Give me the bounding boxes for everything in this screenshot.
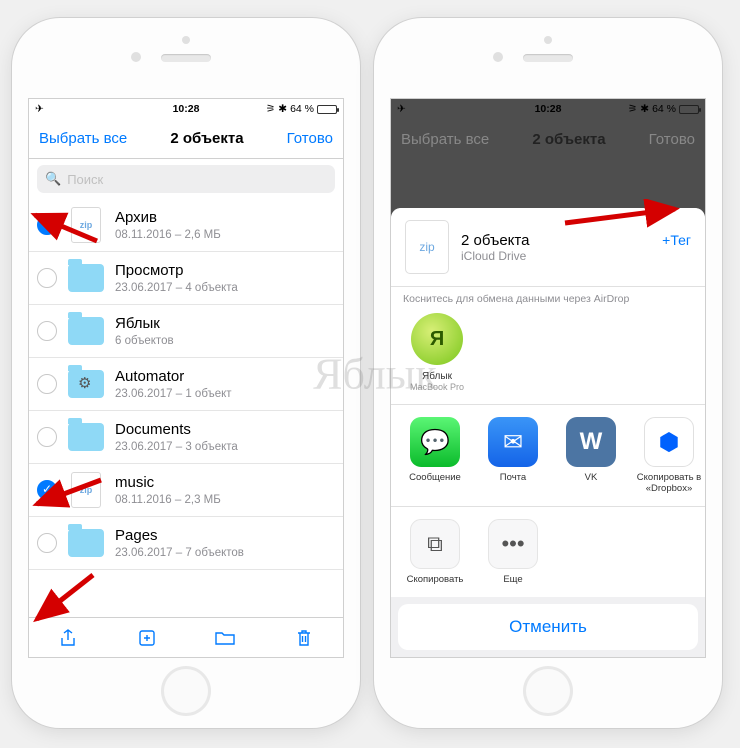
vk-icon: W [566,417,616,467]
done-button[interactable]: Готово [287,130,333,147]
status-time: 10:28 [173,103,200,115]
app-label: Скопировать в «Dropbox» [633,472,705,494]
navbar-title: 2 объекта [170,130,243,147]
checkbox[interactable] [37,321,57,341]
add-tag-button[interactable]: +Тег [662,232,691,248]
list-item[interactable]: zip Архив 08.11.2016 – 2,6 МБ [29,199,343,252]
search-input[interactable]: 🔍 Поиск [37,165,335,193]
home-button[interactable] [523,666,573,716]
select-all-button: Выбрать все [401,131,489,148]
search-icon: 🔍 [45,171,61,187]
item-title: Documents [115,421,333,439]
airplane-icon: ✈︎ [35,103,44,115]
action-label: Еще [477,574,549,585]
zip-file-icon: zip [67,471,105,509]
folder-automator-icon [67,365,105,403]
folder-icon [67,418,105,456]
list-item[interactable]: Просмотр 23.06.2017 – 4 объекта [29,252,343,305]
phone-left: ✈︎ 10:28 ⚞ ✱ 64 % Выбрать все 2 объекта … [12,18,360,728]
zip-file-icon: zip [405,220,449,274]
checkbox[interactable] [37,374,57,394]
file-list: zip Архив 08.11.2016 – 2,6 МБ Просмотр 23.06… [29,199,343,617]
move-icon[interactable] [214,627,236,649]
action-row: ⧉ Скопировать ••• Еще [391,507,705,597]
checkbox[interactable] [37,427,57,447]
item-subtitle: 23.06.2017 – 4 объекта [115,282,333,294]
share-title: 2 объекта [461,232,529,249]
done-button: Готово [649,131,695,148]
share-app-dbx[interactable]: ⬢ Скопировать в «Dropbox» [633,417,705,494]
item-subtitle: 23.06.2017 – 3 объекта [115,441,333,453]
item-subtitle: 23.06.2017 – 7 объектов [115,547,333,559]
share-sheet: zip 2 объекта iCloud Drive +Тег Коснитес… [391,208,705,657]
battery-icon [317,105,337,114]
item-title: Яблык [115,315,333,333]
battery-percent: 64 % [290,103,314,115]
app-label: VK [555,472,627,483]
msg-icon: 💬 [410,417,460,467]
navbar-title: 2 объекта [532,131,605,148]
zip-file-icon: zip [67,206,105,244]
folder-icon [67,259,105,297]
mail-icon: ✉︎ [488,417,538,467]
action-more[interactable]: ••• Еще [477,519,549,585]
item-title: music [115,474,333,492]
action-label: Скопировать [399,574,471,585]
share-app-msg[interactable]: 💬 Сообщение [399,417,471,494]
toolbar [29,617,343,657]
share-app-mail[interactable]: ✉︎ Почта [477,417,549,494]
status-bar: ✈︎ 10:28 ⚞ ✱ 64 % [29,99,343,119]
search-placeholder: Поиск [67,172,103,187]
copy-icon: ⧉ [410,519,460,569]
select-all-button[interactable]: Выбрать все [39,130,127,147]
share-header: zip 2 объекта iCloud Drive +Тег [391,208,705,287]
item-title: Pages [115,527,333,545]
folder-icon [67,312,105,350]
action-copy[interactable]: ⧉ Скопировать [399,519,471,585]
more-icon: ••• [488,519,538,569]
airdrop-section: Коснитесь для обмена данными через AirDr… [391,287,705,405]
item-title: Архив [115,209,333,227]
item-title: Automator [115,368,333,386]
home-button[interactable] [161,666,211,716]
item-subtitle: 23.06.2017 – 1 объект [115,388,333,400]
checkbox[interactable] [37,480,57,500]
bluetooth-icon: ⚞ ✱ [266,103,287,115]
item-subtitle: 08.11.2016 – 2,6 МБ [115,229,333,241]
navbar: Выбрать все 2 объекта Готово [29,119,343,159]
app-row: 💬 Сообщение ✉︎ Почта W VK ⬢ Скопировать в «Drop… [391,405,705,507]
list-item[interactable]: zip music 08.11.2016 – 2,3 МБ [29,464,343,517]
app-label: Сообщение [399,472,471,483]
screen-right: ✈︎ 10:28 ⚞ ✱ 64 % Выбрать все 2 объекта … [390,98,706,658]
checkbox[interactable] [37,533,57,553]
item-subtitle: 08.11.2016 – 2,3 МБ [115,494,333,506]
checkbox[interactable] [37,215,57,235]
share-app-vk[interactable]: W VK [555,417,627,494]
watermark-text: Яблык [313,349,437,400]
list-item[interactable]: Documents 23.06.2017 – 3 объекта [29,411,343,464]
checkbox[interactable] [37,268,57,288]
app-label: Почта [477,472,549,483]
list-item[interactable]: Яблык 6 объектов [29,305,343,358]
share-source: iCloud Drive [461,249,529,263]
list-item[interactable]: Pages 23.06.2017 – 7 объектов [29,517,343,570]
item-subtitle: 6 объектов [115,335,333,347]
screen-left: ✈︎ 10:28 ⚞ ✱ 64 % Выбрать все 2 объекта … [28,98,344,658]
cancel-button[interactable]: Отменить [398,604,698,650]
dbx-icon: ⬢ [644,417,694,467]
trash-icon[interactable] [293,627,315,649]
list-item[interactable]: Automator 23.06.2017 – 1 объект [29,358,343,411]
airdrop-hint: Коснитесь для обмена данными через AirDr… [403,293,693,305]
folder-icon [67,524,105,562]
new-folder-icon[interactable] [136,627,158,649]
share-icon[interactable] [57,627,79,649]
navbar-dimmed: Выбрать все 2 объекта Готово [391,119,705,159]
item-title: Просмотр [115,262,333,280]
